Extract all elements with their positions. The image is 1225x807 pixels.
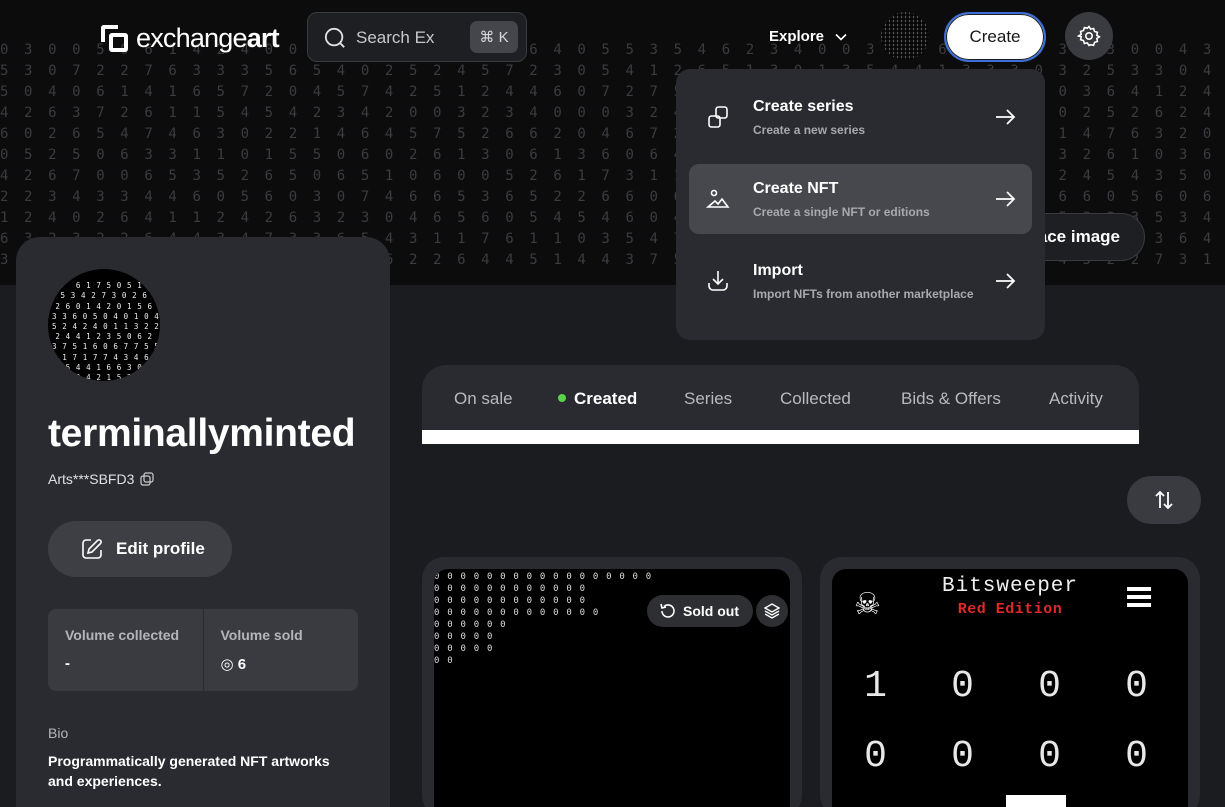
tab-created-label: Created xyxy=(574,389,638,408)
volume-sold: Volume sold ◎ 6 xyxy=(202,609,359,691)
tab-series[interactable]: Series xyxy=(684,389,732,409)
logo-text: exchangeart xyxy=(136,23,280,53)
explore-menu[interactable]: Explore xyxy=(769,28,848,45)
volume-collected: Volume collected - xyxy=(48,609,203,691)
bio-text: Programmatically generated NFT artworks … xyxy=(48,753,330,789)
nft-zero-pattern: 0 0 0 0 0 0 0 0 0 0 0 0 0 0 0 0 0 0 0 0 … xyxy=(434,572,653,666)
grid-tile xyxy=(1006,795,1066,807)
menu-item-create-nft[interactable]: Create NFT Create a single NFT or editio… xyxy=(689,164,1032,234)
nft-card[interactable]: 0 0 0 0 0 0 0 0 0 0 0 0 0 0 0 0 0 0 0 0 … xyxy=(422,557,802,807)
sold-out-badge: Sold out xyxy=(647,595,753,627)
grid-cell: 0 xyxy=(951,735,974,778)
image-landscape-icon xyxy=(705,189,730,208)
volume-sold-value: ◎ 6 xyxy=(220,656,247,673)
bio-label: Bio xyxy=(48,725,69,741)
search-placeholder: Search Ex xyxy=(356,28,435,47)
refresh-icon xyxy=(660,603,675,618)
create-dropdown-menu: Create series Create a new series Create… xyxy=(676,69,1045,340)
volume-sold-label: Volume sold xyxy=(220,627,303,643)
arrow-right-icon xyxy=(996,109,1016,125)
copy-icon[interactable] xyxy=(140,472,154,486)
menu-item-create-series[interactable]: Create series Create a new series xyxy=(689,82,1032,152)
user-avatar[interactable] xyxy=(881,12,929,60)
profile-avatar: 6 1 7 5 0 5 1 5 3 4 2 7 3 0 2 6 2 6 0 1 … xyxy=(48,269,160,381)
settings-button[interactable] xyxy=(1065,12,1113,60)
tab-created[interactable]: Created xyxy=(558,389,637,409)
grid-cell: 0 xyxy=(1125,735,1148,778)
logo-mark-icon xyxy=(101,25,128,52)
exchange-art-logo[interactable]: exchangeart xyxy=(101,23,280,54)
menu-item-title: Create NFT xyxy=(753,180,839,197)
grid-cell: 0 xyxy=(1038,665,1061,708)
arrow-right-icon xyxy=(996,273,1016,289)
grid-cell: 0 xyxy=(864,735,887,778)
hamburger-menu-icon xyxy=(1127,587,1151,611)
create-button[interactable]: Create xyxy=(944,12,1046,62)
explore-label: Explore xyxy=(769,28,825,45)
gear-icon xyxy=(1077,25,1101,47)
sold-out-label: Sold out xyxy=(683,603,739,619)
menu-item-subtitle: Create a single NFT or editions xyxy=(753,205,930,219)
top-navigation: exchangeart Search Ex ⌘ K Explore Create xyxy=(0,0,1225,74)
tab-collected[interactable]: Collected xyxy=(780,389,851,409)
edit-profile-label: Edit profile xyxy=(116,539,205,558)
wallet-address: Arts***SBFD3 xyxy=(48,471,154,487)
copy-shapes-icon xyxy=(708,106,728,128)
profile-tabs: On sale Created Series Collected Bids & … xyxy=(422,365,1139,430)
username: terminallyminted xyxy=(48,412,356,455)
grid-cell: 0 xyxy=(1125,665,1148,708)
volume-stats: Volume collected - Volume sold ◎ 6 xyxy=(48,609,358,691)
tab-underline-bar xyxy=(422,430,1139,444)
tab-activity[interactable]: Activity xyxy=(1049,389,1103,409)
grid-cell: 0 xyxy=(1038,735,1061,778)
sort-button[interactable] xyxy=(1127,476,1201,524)
arrow-right-icon xyxy=(996,191,1016,207)
tab-bids-offers[interactable]: Bids & Offers xyxy=(901,389,1001,409)
chevron-down-icon xyxy=(835,33,847,41)
wallet-address-text: Arts***SBFD3 xyxy=(48,471,135,487)
nft-card[interactable]: ☠ Bitsweeper Red Edition 1 0 0 0 0 0 0 0 xyxy=(820,557,1200,807)
search-icon xyxy=(324,27,345,48)
avatar-digit-art: 6 1 7 5 0 5 1 5 3 4 2 7 3 0 2 6 2 6 0 1 … xyxy=(52,281,160,381)
search-shortcut-badge: ⌘ K xyxy=(470,21,518,53)
volume-collected-value: - xyxy=(65,655,70,672)
tab-on-sale[interactable]: On sale xyxy=(454,389,513,409)
menu-item-subtitle: Create a new series xyxy=(753,123,866,137)
nft-image[interactable]: ☠ Bitsweeper Red Edition 1 0 0 0 0 0 0 0 xyxy=(832,569,1188,807)
menu-item-title: Create series xyxy=(753,98,854,115)
grid-cell: 0 xyxy=(951,665,974,708)
edit-profile-button[interactable]: Edit profile xyxy=(48,521,232,577)
sort-arrows-icon xyxy=(1155,490,1173,510)
grid-cell: 1 xyxy=(864,665,887,708)
search-box[interactable]: Search Ex ⌘ K xyxy=(307,12,527,62)
edit-icon xyxy=(82,539,102,559)
editions-badge xyxy=(756,595,788,627)
menu-item-import[interactable]: Import Import NFTs from another marketpl… xyxy=(689,246,1032,316)
download-icon xyxy=(708,271,728,291)
profile-card: 6 1 7 5 0 5 1 5 3 4 2 7 3 0 2 6 2 6 0 1 … xyxy=(16,237,390,807)
layers-icon xyxy=(764,603,780,619)
volume-collected-label: Volume collected xyxy=(65,627,180,643)
active-dot-icon xyxy=(558,393,566,402)
menu-item-title: Import xyxy=(753,262,803,279)
menu-item-subtitle: Import NFTs from another marketplace xyxy=(753,287,974,301)
nft-image[interactable]: 0 0 0 0 0 0 0 0 0 0 0 0 0 0 0 0 0 0 0 0 … xyxy=(434,569,790,807)
